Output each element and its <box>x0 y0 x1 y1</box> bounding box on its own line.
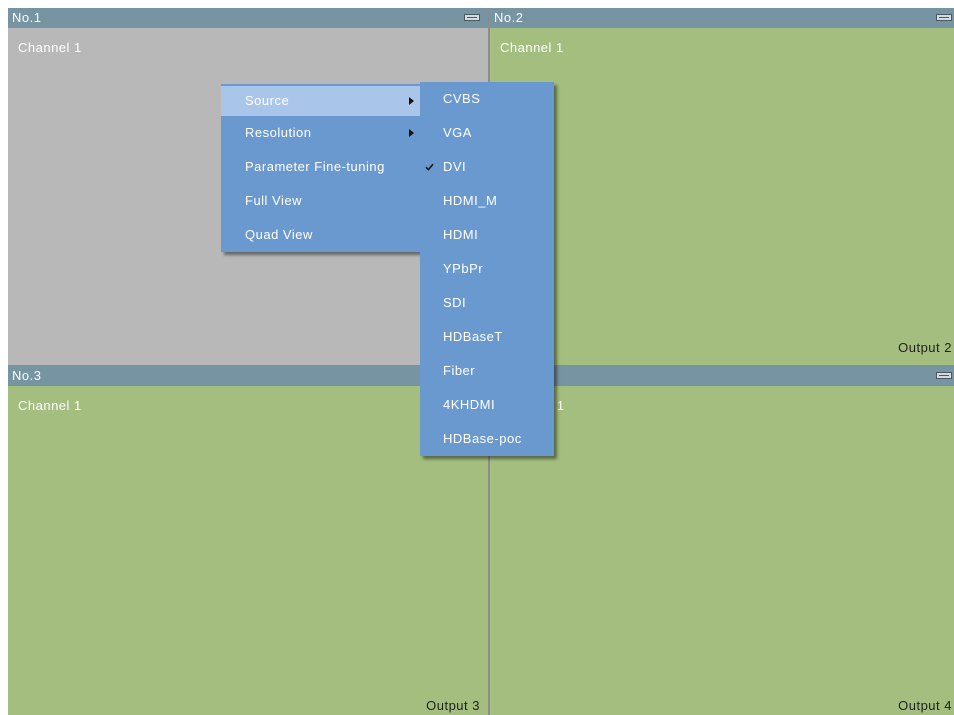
menu-item-source[interactable]: Source <box>221 86 421 116</box>
panel-header[interactable]: No.3 <box>8 366 488 386</box>
panel-display-area[interactable]: Channel 1 Output 2 <box>490 28 954 365</box>
window-grip-icon[interactable] <box>464 14 480 21</box>
source-item-label: 4KHDMI <box>443 397 496 412</box>
panel-display-area[interactable]: Channel 1 Output 4 <box>490 386 954 715</box>
source-item-label: CVBS <box>443 91 481 106</box>
menu-item-label: Quad View <box>245 227 313 242</box>
context-menu: Source Resolution Parameter Fine-tuning … <box>221 84 421 252</box>
source-item-4khdmi[interactable]: 4KHDMI <box>420 388 554 422</box>
source-item-label: Fiber <box>443 363 476 378</box>
menu-item-label: Resolution <box>245 125 312 140</box>
source-item-label: VGA <box>443 125 472 140</box>
source-item-label: DVI <box>443 159 467 174</box>
source-item-fiber[interactable]: Fiber <box>420 354 554 388</box>
checkmark-icon <box>425 163 434 171</box>
window-grip-icon[interactable] <box>936 14 952 21</box>
output-label: Output 3 <box>426 698 480 713</box>
submenu-arrow-icon <box>409 97 414 105</box>
submenu-arrow-icon <box>409 129 414 137</box>
source-item-label: YPbPr <box>443 261 484 276</box>
channel-label: Channel 1 <box>18 40 82 55</box>
source-item-label: HDMI_M <box>443 193 498 208</box>
menu-item-label: Source <box>245 93 290 108</box>
output-label: Output 4 <box>898 698 952 713</box>
channel-label: Channel 1 <box>18 398 82 413</box>
panel-no-3[interactable]: No.3 Channel 1 Output 3 <box>8 366 488 715</box>
output-label: Output 2 <box>898 340 952 355</box>
panel-title: No.2 <box>494 10 524 25</box>
source-item-hdmi[interactable]: HDMI <box>420 218 554 252</box>
channel-label: Channel 1 <box>500 40 564 55</box>
source-item-vga[interactable]: VGA <box>420 116 554 150</box>
panel-header[interactable]: No.2 <box>490 8 954 28</box>
menu-item-full-view[interactable]: Full View <box>221 184 421 218</box>
source-item-label: HDBaseT <box>443 329 503 344</box>
source-item-cvbs[interactable]: CVBS <box>420 82 554 116</box>
source-item-sdi[interactable]: SDI <box>420 286 554 320</box>
panel-display-area[interactable]: Channel 1 Output 3 <box>8 386 488 715</box>
menu-item-quad-view[interactable]: Quad View <box>221 218 421 252</box>
source-submenu: CVBS VGA DVI HDMI_M HDMI YPbPr SDI HDBas… <box>420 82 554 456</box>
source-item-hdbaset[interactable]: HDBaseT <box>420 320 554 354</box>
panel-no-4[interactable]: Channel 1 Output 4 <box>490 366 954 715</box>
menu-item-label: Full View <box>245 193 303 208</box>
menu-item-label: Parameter Fine-tuning <box>245 159 385 174</box>
source-item-label: SDI <box>443 295 467 310</box>
panel-title: No.3 <box>12 368 42 383</box>
source-item-label: HDBase-poc <box>443 431 522 446</box>
source-item-dvi[interactable]: DVI <box>420 150 554 184</box>
menu-item-parameter-fine-tuning[interactable]: Parameter Fine-tuning <box>221 150 421 184</box>
panel-title: No.1 <box>12 10 42 25</box>
panel-header[interactable] <box>490 366 954 386</box>
source-item-hdmi-m[interactable]: HDMI_M <box>420 184 554 218</box>
source-item-label: HDMI <box>443 227 479 242</box>
panel-header[interactable]: No.1 <box>8 8 488 28</box>
window-grip-icon[interactable] <box>936 372 952 379</box>
panel-no-2[interactable]: No.2 Channel 1 Output 2 <box>490 8 954 365</box>
source-item-hdbase-poc[interactable]: HDBase-poc <box>420 422 554 456</box>
menu-item-resolution[interactable]: Resolution <box>221 116 421 150</box>
source-item-ypbpr[interactable]: YPbPr <box>420 252 554 286</box>
